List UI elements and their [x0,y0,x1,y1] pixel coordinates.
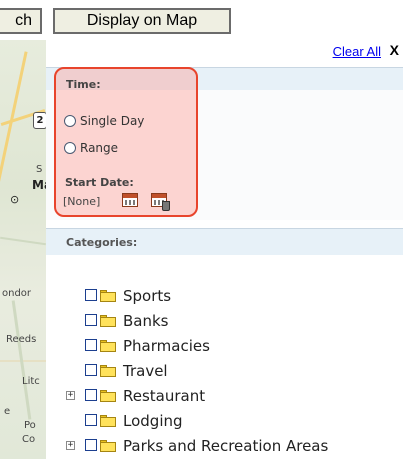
folder-icon [100,365,116,377]
folder-icon [100,415,116,427]
category-item-parks[interactable]: + Parks and Recreation Areas [46,437,403,457]
map-label: Co [22,434,36,445]
categories-section-header: Categories: [46,228,403,255]
map-route-shield: 2 [33,112,46,129]
search-button[interactable]: ch [0,8,42,34]
map-label: ondor [2,288,32,299]
folder-icon [100,340,116,352]
category-checkbox[interactable] [85,439,97,451]
category-label: Pharmacies [123,337,210,355]
category-label: Parks and Recreation Areas [123,437,329,455]
map-label: Po [24,420,36,431]
category-item-restaurant[interactable]: + Restaurant [46,387,403,407]
folder-icon [100,315,116,327]
range-radio[interactable] [64,142,76,154]
clear-all-link[interactable]: Clear All [333,44,381,59]
map-location-marker-icon: ⊙ [10,193,20,206]
toolbar: ch Display on Map [0,0,403,40]
category-checkbox[interactable] [85,339,97,351]
time-section-highlight: Time: Single Day Range Start Date: [None… [54,67,198,217]
close-panel-button[interactable]: X [390,42,399,58]
category-checkbox[interactable] [85,389,97,401]
single-day-label: Single Day [80,114,145,128]
map-label: Litc [22,376,40,387]
time-section-title: Time: [66,78,101,91]
category-checkbox[interactable] [85,289,97,301]
category-label: Travel [123,362,168,380]
map-label: e [4,406,11,417]
map-label: Ma [32,178,46,192]
expand-icon[interactable]: + [66,441,75,450]
category-label: Lodging [123,412,183,430]
category-label: Sports [123,287,172,305]
category-label: Restaurant [123,387,206,405]
calendar-icon-grid [125,200,135,205]
filter-panel: Clear All X Time: Single Day Range Start… [46,40,403,459]
expand-icon[interactable]: + [66,391,75,400]
folder-icon [100,390,116,402]
category-label: Banks [123,312,169,330]
category-checkbox[interactable] [85,364,97,376]
categories-section-title: Categories: [66,236,138,249]
map-road [0,236,46,246]
trash-icon [162,201,170,211]
display-on-map-button[interactable]: Display on Map [53,8,231,34]
category-item-sports[interactable]: Sports [46,287,403,307]
calendar-icon[interactable] [122,193,138,207]
panel-header: Clear All X [46,40,403,62]
map-label: S [36,164,43,175]
range-option[interactable]: Range [64,141,118,155]
category-item-travel[interactable]: Travel [46,362,403,382]
map-label: Reeds [6,334,37,345]
calendar-icon-header [152,194,166,198]
single-day-option[interactable]: Single Day [64,114,144,128]
single-day-radio[interactable] [64,115,76,127]
start-date-value: [None] [63,195,101,208]
category-item-lodging[interactable]: Lodging [46,412,403,432]
category-checkbox[interactable] [85,314,97,326]
category-item-pharmacies[interactable]: Pharmacies [46,337,403,357]
category-checkbox[interactable] [85,414,97,426]
category-item-banks[interactable]: Banks [46,312,403,332]
map-view[interactable]: 2 S Ma ⊙ ondor Reeds Litc e Po Co [0,40,46,459]
folder-icon [100,290,116,302]
calendar-icon-header [123,194,137,198]
start-date-label: Start Date: [65,176,134,189]
map-road [0,51,28,209]
range-label: Range [80,141,119,155]
folder-icon [100,440,116,452]
